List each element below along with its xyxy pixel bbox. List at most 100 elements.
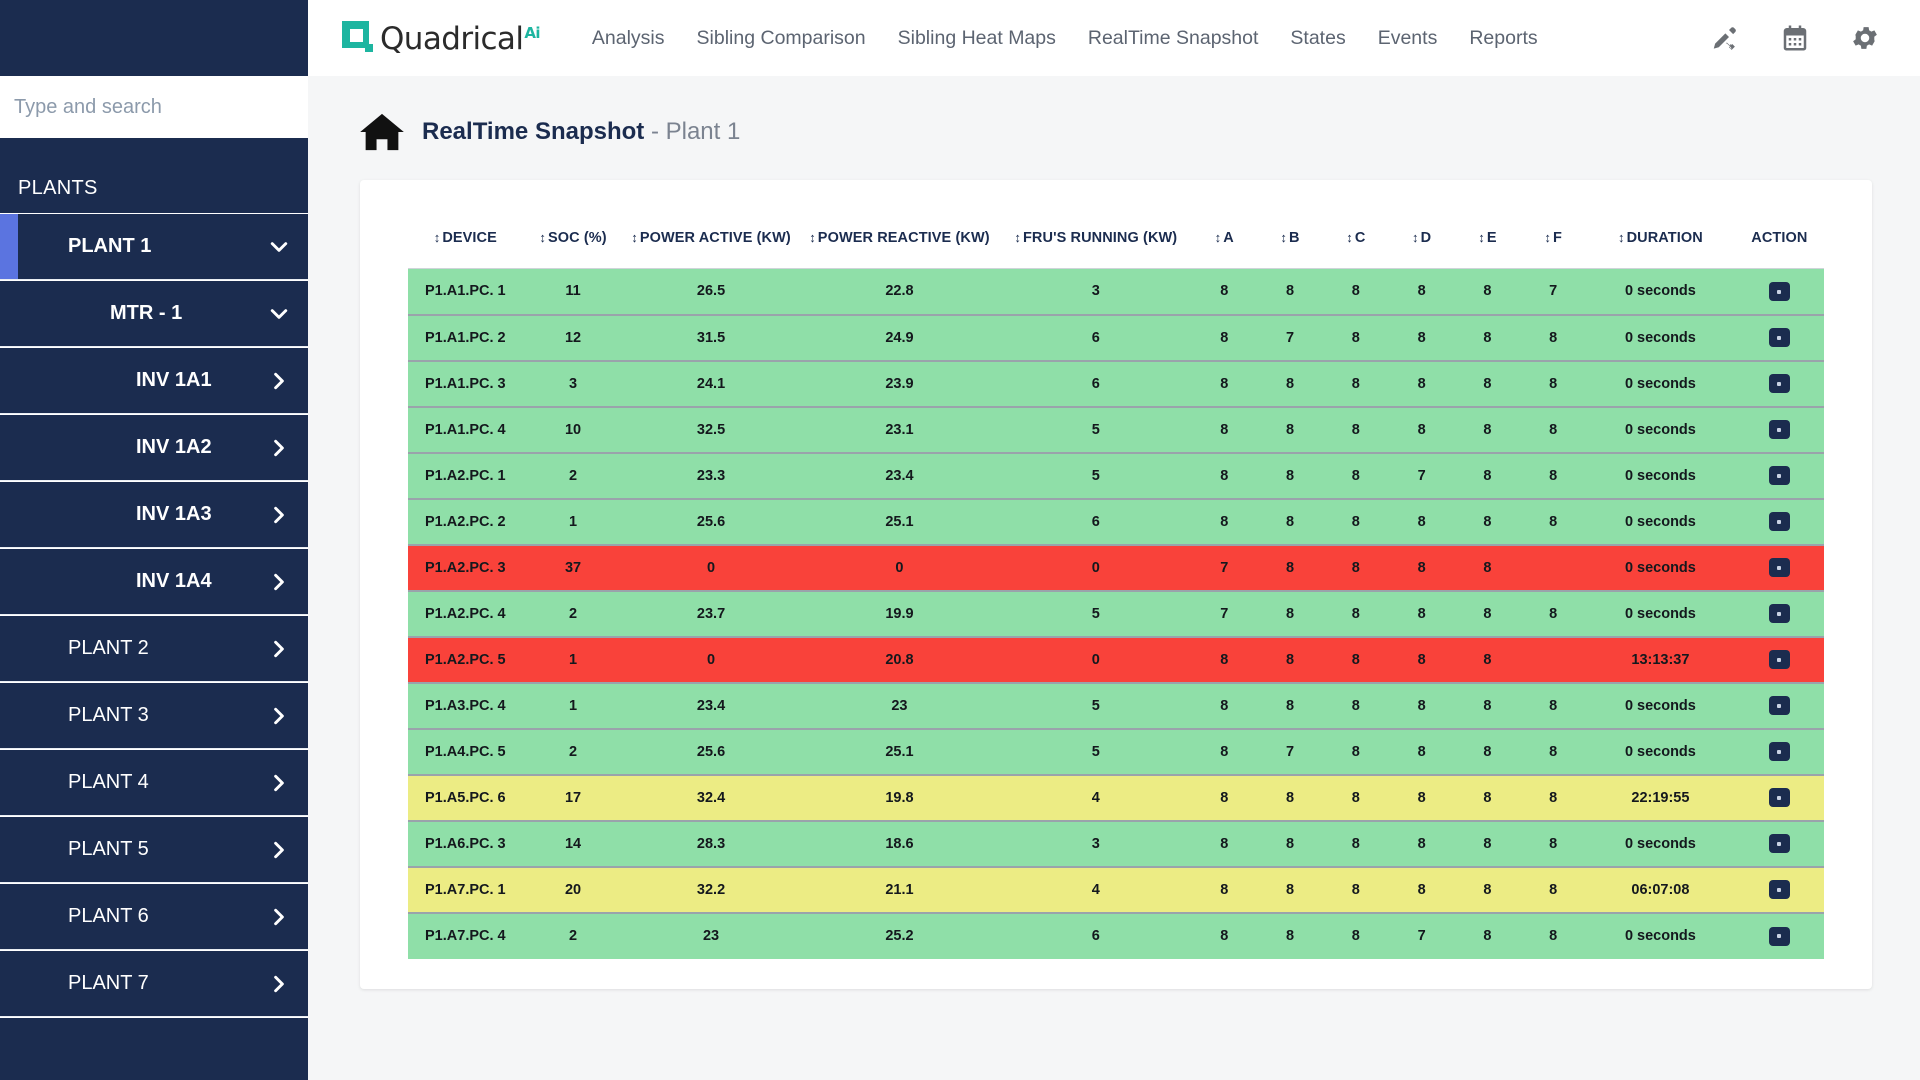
column-header-e[interactable]: ↕ E (1455, 206, 1521, 269)
cell-f: 8 (1520, 866, 1587, 913)
table-row[interactable]: P1.A1.PC. 1 11 26.5 22.8 3 8 8 8 8 8 7 0 seconds (408, 268, 1824, 315)
table-row[interactable]: P1.A2.PC. 1 2 23.3 23.4 5 8 8 8 7 8 8 0 seconds (408, 452, 1824, 499)
column-header-a[interactable]: ↕ A (1191, 206, 1257, 269)
column-header-fru[interactable]: ↕ FRU'S RUNNING (KW) (1000, 206, 1191, 269)
sidebar-item-plant-3[interactable]: PLANT 3 (0, 682, 308, 749)
sidebar-item-plant-7[interactable]: PLANT 7 (0, 950, 308, 1017)
table-row[interactable]: P1.A1.PC. 2 12 31.5 24.9 6 8 7 8 8 8 8 0 seconds (408, 314, 1824, 361)
chevron-right-icon[interactable] (250, 908, 308, 926)
chevron-down-icon[interactable] (250, 238, 308, 256)
nav-item-events[interactable]: Events (1362, 27, 1454, 50)
cell-c: 8 (1322, 636, 1389, 683)
sidebar-item-plant-6[interactable]: PLANT 6 (0, 883, 308, 950)
row-action-button[interactable] (1768, 834, 1790, 854)
row-action-button[interactable] (1768, 466, 1790, 486)
column-header-b[interactable]: ↕ B (1257, 206, 1323, 269)
table-row[interactable]: P1.A2.PC. 4 2 23.7 19.9 5 7 8 8 8 8 8 0 seconds (408, 590, 1824, 637)
cell-action (1734, 452, 1824, 499)
cell-action (1734, 820, 1824, 867)
row-action-button[interactable] (1768, 512, 1790, 532)
nav-item-reports[interactable]: Reports (1453, 27, 1553, 50)
chevron-right-icon[interactable] (250, 774, 308, 792)
sidebar-item-plant-5[interactable]: PLANT 5 (0, 816, 308, 883)
row-action-button[interactable] (1768, 558, 1790, 578)
chevron-down-icon[interactable] (250, 305, 308, 323)
cell-c: 8 (1322, 360, 1389, 407)
cell-preactive: 23 (798, 682, 1001, 729)
table-row[interactable]: P1.A6.PC. 3 14 28.3 18.6 3 8 8 8 8 8 8 0 seconds (408, 820, 1824, 867)
home-icon[interactable] (360, 112, 404, 152)
cell-fru: 6 (1000, 360, 1192, 407)
table-row[interactable]: P1.A7.PC. 1 20 32.2 21.1 4 8 8 8 8 8 8 06:07:08 (408, 866, 1824, 913)
row-action-button[interactable] (1768, 282, 1790, 301)
column-header-soc[interactable]: ↕ SOC (%) (523, 206, 624, 269)
nav-item-sibling-heat-maps[interactable]: Sibling Heat Maps (882, 27, 1072, 50)
nav-item-sibling-comparison[interactable]: Sibling Comparison (681, 27, 882, 50)
sidebar-item-plant-2[interactable]: PLANT 2 (0, 615, 308, 682)
sidebar-item-inv-1a3[interactable]: INV 1A3 (0, 481, 308, 548)
row-action-button[interactable] (1768, 788, 1790, 808)
table-row[interactable]: P1.A1.PC. 3 3 24.1 23.9 6 8 8 8 8 8 8 0 seconds (408, 360, 1824, 407)
chevron-right-icon[interactable] (250, 841, 308, 859)
row-action-button[interactable] (1768, 650, 1790, 670)
column-header-label: FRU'S RUNNING (KW) (1022, 230, 1178, 246)
chevron-right-icon[interactable] (250, 372, 308, 390)
sidebar-item-inv-1a2[interactable]: INV 1A2 (0, 414, 308, 481)
column-header-c[interactable]: ↕ C (1323, 206, 1389, 269)
table-row[interactable]: P1.A3.PC. 4 1 23.4 23 5 8 8 8 8 8 8 0 seconds (408, 682, 1824, 729)
table-row[interactable]: P1.A2.PC. 3 37 0 0 0 7 8 8 8 8 0 seconds (408, 544, 1824, 591)
column-header-label: POWER REACTIVE (KW) (817, 230, 990, 246)
chevron-right-icon[interactable] (250, 640, 308, 658)
design-tools-icon[interactable] (1710, 23, 1740, 53)
table-row[interactable]: P1.A2.PC. 5 1 0 20.8 0 8 8 8 8 8 13:13:37 (408, 636, 1824, 683)
chevron-right-icon[interactable] (250, 573, 308, 591)
column-header-f[interactable]: ↕ F (1520, 206, 1586, 269)
nav-item-analysis[interactable]: Analysis (576, 27, 681, 50)
dot-icon (1777, 611, 1782, 616)
brand-logo[interactable]: QuadricalAi (342, 21, 540, 55)
table-row[interactable]: P1.A7.PC. 4 2 23 25.2 6 8 8 8 7 8 8 0 seconds (408, 912, 1824, 959)
table-row[interactable]: P1.A4.PC. 5 2 25.6 25.1 5 8 7 8 8 8 8 0 seconds (408, 728, 1824, 775)
table-row[interactable]: P1.A1.PC. 4 10 32.5 23.1 5 8 8 8 8 8 8 0 seconds (408, 406, 1824, 453)
sidebar-item-label: PLANT 2 (68, 637, 149, 659)
cell-duration: 0 seconds (1586, 544, 1735, 591)
sidebar-item-inv-1a4[interactable]: INV 1A4 (0, 548, 308, 615)
cell-soc: 2 (522, 590, 624, 637)
row-action-button[interactable] (1768, 880, 1790, 900)
sidebar-item-plant-1[interactable]: PLANT 1 (0, 213, 308, 280)
table-row[interactable]: P1.A2.PC. 2 1 25.6 25.1 6 8 8 8 8 8 8 0 seconds (408, 498, 1824, 545)
cell-b: 8 (1257, 774, 1323, 821)
sidebar-item-inv-1a1[interactable]: INV 1A1 (0, 347, 308, 414)
dot-icon (1777, 749, 1782, 754)
row-action-button[interactable] (1768, 328, 1790, 348)
main-nav: Analysis Sibling Comparison Sibling Heat M… (576, 27, 1554, 50)
nav-item-states[interactable]: States (1274, 27, 1361, 50)
sidebar-item-plant-4[interactable]: PLANT 4 (0, 749, 308, 816)
chevron-right-icon[interactable] (250, 506, 308, 524)
sort-icon: ↕ (433, 230, 441, 245)
chevron-right-icon[interactable] (250, 975, 308, 993)
table-row[interactable]: P1.A5.PC. 6 17 32.4 19.8 4 8 8 8 8 8 8 22:19:55 (408, 774, 1824, 821)
calendar-icon[interactable] (1780, 23, 1810, 53)
column-header-d[interactable]: ↕ D (1389, 206, 1455, 269)
cell-b: 8 (1257, 498, 1323, 545)
row-action-button[interactable] (1768, 374, 1790, 394)
row-action-button[interactable] (1768, 696, 1790, 716)
row-action-button[interactable] (1768, 604, 1790, 624)
gear-icon[interactable] (1850, 23, 1880, 53)
cell-fru: 5 (1000, 682, 1192, 729)
chevron-right-icon[interactable] (250, 707, 308, 725)
search-input[interactable] (14, 95, 294, 119)
sidebar-search[interactable] (0, 76, 308, 138)
nav-item-realtime-snapshot[interactable]: RealTime Snapshot (1072, 27, 1275, 50)
chevron-right-icon[interactable] (250, 439, 308, 457)
column-header-pactive[interactable]: ↕ POWER ACTIVE (KW) (623, 206, 798, 269)
column-header-duration[interactable]: ↕ DURATION (1586, 206, 1735, 269)
cell-action (1734, 268, 1824, 315)
row-action-button[interactable] (1768, 742, 1790, 762)
column-header-preactive[interactable]: ↕ POWER REACTIVE (KW) (799, 206, 1001, 269)
row-action-button[interactable] (1768, 420, 1790, 440)
column-header-device[interactable]: ↕ DEVICE (408, 206, 523, 269)
sidebar-item-mtr-1[interactable]: MTR - 1 (0, 280, 308, 347)
row-action-button[interactable] (1768, 926, 1790, 946)
